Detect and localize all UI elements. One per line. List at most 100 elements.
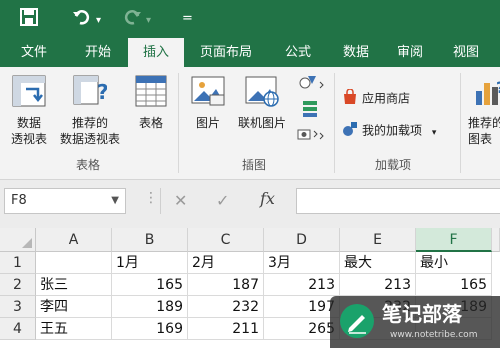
column-header-b[interactable]: B [112,228,188,252]
redo-dropdown-icon[interactable]: ▾ [146,10,151,32]
group-separator [178,73,179,173]
shapes-icon [298,76,326,96]
insert-function-icon[interactable]: fx [260,189,275,208]
screenshot-icon [296,129,326,146]
row-header[interactable]: 4 [0,318,36,340]
online-pictures-label: 联机图片 [237,116,286,130]
customize-toolbar-icon[interactable]: = [182,8,193,30]
recommended-charts-button[interactable]: ? 推荐的 图表 [468,75,500,147]
ribbon: 数据 透视表 ? 推荐的 数据透视表 表格 表格 图片 联机图片 [0,67,500,180]
formula-bar-grip-icon[interactable]: ⋮ [144,190,158,206]
cell-d3[interactable]: 197 [264,296,340,318]
cell-d2[interactable]: 213 [264,274,340,296]
tab-review[interactable]: 审阅 [384,38,436,67]
tab-file[interactable]: 文件 [8,38,60,67]
svg-text:?: ? [97,80,107,104]
cell-d4[interactable]: 265 [264,318,340,340]
tab-page-layout[interactable]: 页面布局 [190,38,262,67]
cell-f1[interactable]: 最小 [416,252,492,274]
recommended-charts-label: 推荐的 图表 [468,116,500,146]
watermark-title: 笔记部落 [382,302,462,326]
app-store-label: 应用商店 [362,91,411,106]
recommended-charts-icon: ? [474,75,500,111]
cell-b1[interactable]: 1月 [112,252,188,274]
cell-e2[interactable]: 213 [340,274,416,296]
my-addins-button[interactable]: 我的加载项 ▾ [342,121,454,141]
svg-text:?: ? [496,78,500,97]
column-header-d[interactable]: D [264,228,340,252]
formula-input[interactable] [296,188,500,214]
picture-icon [186,75,230,111]
table-button[interactable]: 表格 [130,75,172,131]
cell-c1[interactable]: 2月 [188,252,264,274]
enter-icon[interactable]: ✓ [216,191,229,210]
smartart-icon [301,101,323,122]
name-box[interactable]: F8 ▼ [4,188,126,214]
app-store-button[interactable]: 应用商店 [342,88,442,109]
online-pictures-button[interactable]: 联机图片 [230,75,294,131]
cell-c4[interactable]: 211 [188,318,264,340]
watermark: 笔记部落 www.notetribe.com [330,296,500,348]
shapes-button[interactable] [296,73,328,97]
save-icon[interactable] [20,8,38,32]
ribbon-tabs: 文件 开始 插入 页面布局 公式 数据 审阅 视图 [0,38,500,68]
tab-home[interactable]: 开始 [72,38,124,67]
group-separator [460,73,461,173]
column-header-e[interactable]: E [340,228,416,252]
undo-icon[interactable] [72,8,92,32]
table-icon [130,75,172,111]
group-illustrations-label: 插图 [241,158,266,172]
cell-c3[interactable]: 232 [188,296,264,318]
pivot-table-icon [4,75,54,111]
table-label: 表格 [138,116,163,130]
pictures-button[interactable]: 图片 [186,75,230,131]
cell-a4[interactable]: 王五 [36,318,112,340]
cell-a1[interactable] [36,252,112,274]
name-box-dropdown-icon[interactable]: ▼ [111,189,119,213]
cell-a3[interactable]: 李四 [36,296,112,318]
column-header-f[interactable]: F [416,228,492,252]
pivot-table-button[interactable]: 数据 透视表 [4,75,54,147]
row-header[interactable]: 1 [0,252,36,274]
addins-dropdown-icon[interactable]: ▾ [432,128,437,138]
recommended-pivot-button[interactable]: ? 推荐的 数据透视表 [54,75,126,147]
my-addins-label: 我的加载项 [362,123,423,138]
cell-f2[interactable]: 165 [416,274,492,296]
tab-data[interactable]: 数据 [330,38,382,67]
formula-bar: F8 ▼ ⋮ ✕ ✓ fx [0,180,500,228]
screenshot-button[interactable] [294,125,328,147]
select-all-button[interactable] [0,228,36,252]
tab-insert[interactable]: 插入 [128,38,184,68]
column-header-a[interactable]: A [36,228,112,252]
tab-view[interactable]: 视图 [440,38,492,67]
cell-a2[interactable]: 张三 [36,274,112,296]
cell-c2[interactable]: 187 [188,274,264,296]
column-header-c[interactable]: C [188,228,264,252]
cancel-icon[interactable]: ✕ [174,191,187,210]
formula-separator [160,188,161,214]
online-picture-icon [230,75,294,111]
undo-dropdown-icon[interactable]: ▾ [96,10,101,32]
cell-b4[interactable]: 169 [112,318,188,340]
pivot-table-label: 数据 透视表 [10,116,47,146]
select-all-icon [22,238,32,248]
cell-b3[interactable]: 189 [112,296,188,318]
redo-icon[interactable] [122,8,142,32]
quick-access-toolbar: ▾ ▾ = [0,0,500,38]
watermark-url: www.notetribe.com [390,330,478,340]
cell-b2[interactable]: 165 [112,274,188,296]
group-separator [334,73,335,173]
group-tables-label: 表格 [75,158,100,172]
smartart-button[interactable] [296,99,328,123]
group-addins-label: 加载项 [374,158,411,172]
row-header[interactable]: 2 [0,274,36,296]
cell-e1[interactable]: 最大 [340,252,416,274]
pictures-label: 图片 [195,116,220,130]
tab-formulas[interactable]: 公式 [272,38,324,67]
recommended-pivot-icon: ? [54,75,126,111]
cell-d1[interactable]: 3月 [264,252,340,274]
row-header[interactable]: 3 [0,296,36,318]
name-box-value: F8 [11,193,27,208]
addins-icon [342,121,358,141]
column-header-g[interactable] [492,228,500,252]
